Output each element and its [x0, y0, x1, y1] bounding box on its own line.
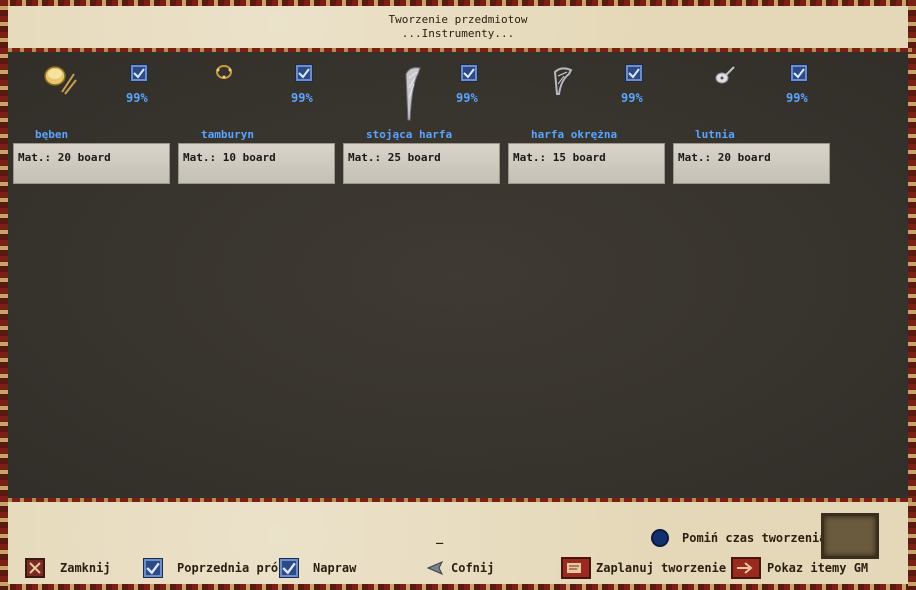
item-checkbox[interactable] [790, 64, 808, 82]
gump-title: Tworzenie przedmiotow [388, 13, 528, 26]
tambourine-icon[interactable] [212, 62, 252, 102]
item-entry-tambourine: 99% tamburyn Mat.: 10 board [177, 52, 337, 192]
item-entry-lute: 99% lutnia Mat.: 20 board [672, 52, 832, 192]
back-arrow-icon [426, 561, 444, 575]
previous-attempt-label: Poprzednia próba [177, 561, 293, 575]
show-gm-items-button[interactable] [731, 557, 761, 579]
item-entry-lap-harp: 99% harfa okrężna Mat.: 15 board [507, 52, 667, 192]
standing-harp-icon[interactable] [400, 64, 440, 124]
crafting-gump: Tworzenie przedmiotow ...Instrumenty... … [0, 0, 916, 590]
material-box: Mat.: 20 board [673, 143, 830, 184]
success-percent: 99% [126, 91, 148, 105]
back-label: Cofnij [451, 561, 495, 575]
lute-icon[interactable] [714, 64, 754, 104]
show-gm-items-label: Pokaz itemy GM [767, 561, 869, 575]
repair-button[interactable] [279, 558, 299, 578]
success-percent: 99% [621, 91, 643, 105]
item-checkbox[interactable] [130, 64, 148, 82]
back-button[interactable] [426, 560, 447, 580]
success-percent: 99% [456, 91, 478, 105]
repair-label: Napraw [313, 561, 357, 575]
item-checkbox[interactable] [625, 64, 643, 82]
item-name: lutnia [695, 128, 735, 141]
item-checkbox[interactable] [460, 64, 478, 82]
footer-dash: _ [436, 530, 444, 544]
item-name: bęben [35, 128, 69, 141]
close-icon [29, 562, 41, 574]
material-box: Mat.: 20 board [13, 143, 170, 184]
item-entry-drum: 99% bęben Mat.: 20 board [12, 52, 172, 192]
item-name: stojąca harfa [366, 128, 453, 141]
category-title: ...Instrumenty... [401, 27, 515, 40]
check-icon [146, 562, 160, 575]
item-name: tamburyn [201, 128, 254, 141]
check-icon [282, 562, 296, 575]
item-preview-box [821, 513, 879, 559]
skip-time-toggle[interactable] [651, 529, 669, 547]
close-button[interactable] [25, 558, 45, 578]
material-box: Mat.: 10 board [178, 143, 335, 184]
previous-attempt-button[interactable] [143, 558, 163, 578]
drum-icon[interactable] [42, 64, 82, 104]
schedule-label: Zaplanuj tworzenie [596, 561, 727, 575]
close-label: Zamknij [60, 561, 111, 575]
lap-harp-icon[interactable] [551, 66, 591, 106]
scroll-icon [567, 563, 581, 573]
skip-time-label: Pomiń czas tworzenia [682, 531, 827, 545]
success-percent: 99% [786, 91, 808, 105]
item-checkbox[interactable] [295, 64, 313, 82]
success-percent: 99% [291, 91, 313, 105]
material-box: Mat.: 15 board [508, 143, 665, 184]
item-entry-standing-harp: 99% stojąca harfa Mat.: 25 board [342, 52, 502, 192]
arrow-right-icon [737, 562, 753, 574]
material-box: Mat.: 25 board [343, 143, 500, 184]
item-name: harfa okrężna [531, 128, 618, 141]
bottom-border [0, 584, 916, 590]
schedule-button[interactable] [561, 557, 591, 579]
